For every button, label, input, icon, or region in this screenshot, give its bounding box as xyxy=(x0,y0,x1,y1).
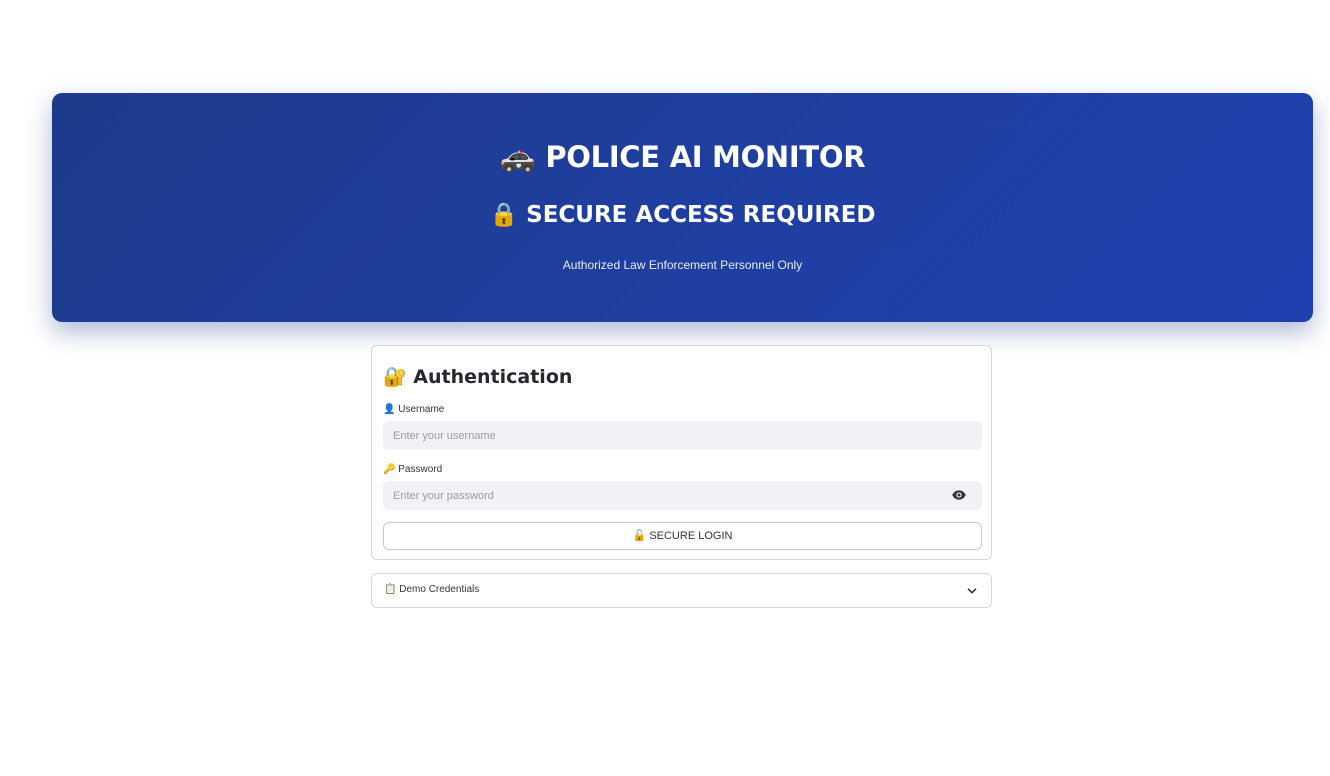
eye-icon[interactable] xyxy=(952,489,966,501)
demo-credentials-text: Demo Credentials xyxy=(399,584,480,595)
demo-credentials-expander[interactable]: 📋 Demo Credentials xyxy=(371,573,992,608)
authentication-heading: 🔐 Authentication xyxy=(383,365,572,388)
password-label: 🔑 Password xyxy=(383,464,442,475)
lock-icon: 🔒 xyxy=(489,202,519,228)
app-title: 🚓 POLICE AI MONITOR xyxy=(52,140,1313,175)
password-field xyxy=(383,481,982,510)
authorized-note: Authorized Law Enforcement Personnel Onl… xyxy=(562,258,803,272)
app-title-text: POLICE AI MONITOR xyxy=(545,140,866,174)
key-icon: 🔑 xyxy=(383,464,396,475)
secure-access-heading: 🔒 SECURE ACCESS REQUIRED xyxy=(52,201,1313,228)
clipboard-icon: 📋 xyxy=(384,584,397,595)
unlock-icon: 🔓 xyxy=(632,530,647,542)
username-field xyxy=(383,421,982,450)
username-input[interactable] xyxy=(383,421,982,450)
username-label-text: Username xyxy=(398,404,445,415)
secure-access-text: SECURE ACCESS REQUIRED xyxy=(526,202,876,228)
authentication-form: 🔐 Authentication 👤 Username 🔑 Password 🔓… xyxy=(371,345,992,560)
police-car-icon: 🚓 xyxy=(499,140,536,174)
secure-login-button[interactable]: 🔓 SECURE LOGIN xyxy=(383,522,982,550)
password-input[interactable] xyxy=(383,481,982,510)
header-banner: 🚓 POLICE AI MONITOR 🔒 SECURE ACCESS REQU… xyxy=(52,93,1313,322)
secure-login-label: SECURE LOGIN xyxy=(649,530,733,542)
lock-with-key-icon: 🔐 xyxy=(383,366,407,388)
password-label-text: Password xyxy=(398,464,443,475)
authentication-heading-text: Authentication xyxy=(413,366,573,388)
chevron-down-icon xyxy=(967,588,977,594)
username-label: 👤 Username xyxy=(383,404,444,415)
login-page: 🚓 POLICE AI MONITOR 🔒 SECURE ACCESS REQU… xyxy=(0,0,1330,776)
user-icon: 👤 xyxy=(383,404,396,415)
demo-credentials-label: 📋 Demo Credentials xyxy=(384,584,479,595)
